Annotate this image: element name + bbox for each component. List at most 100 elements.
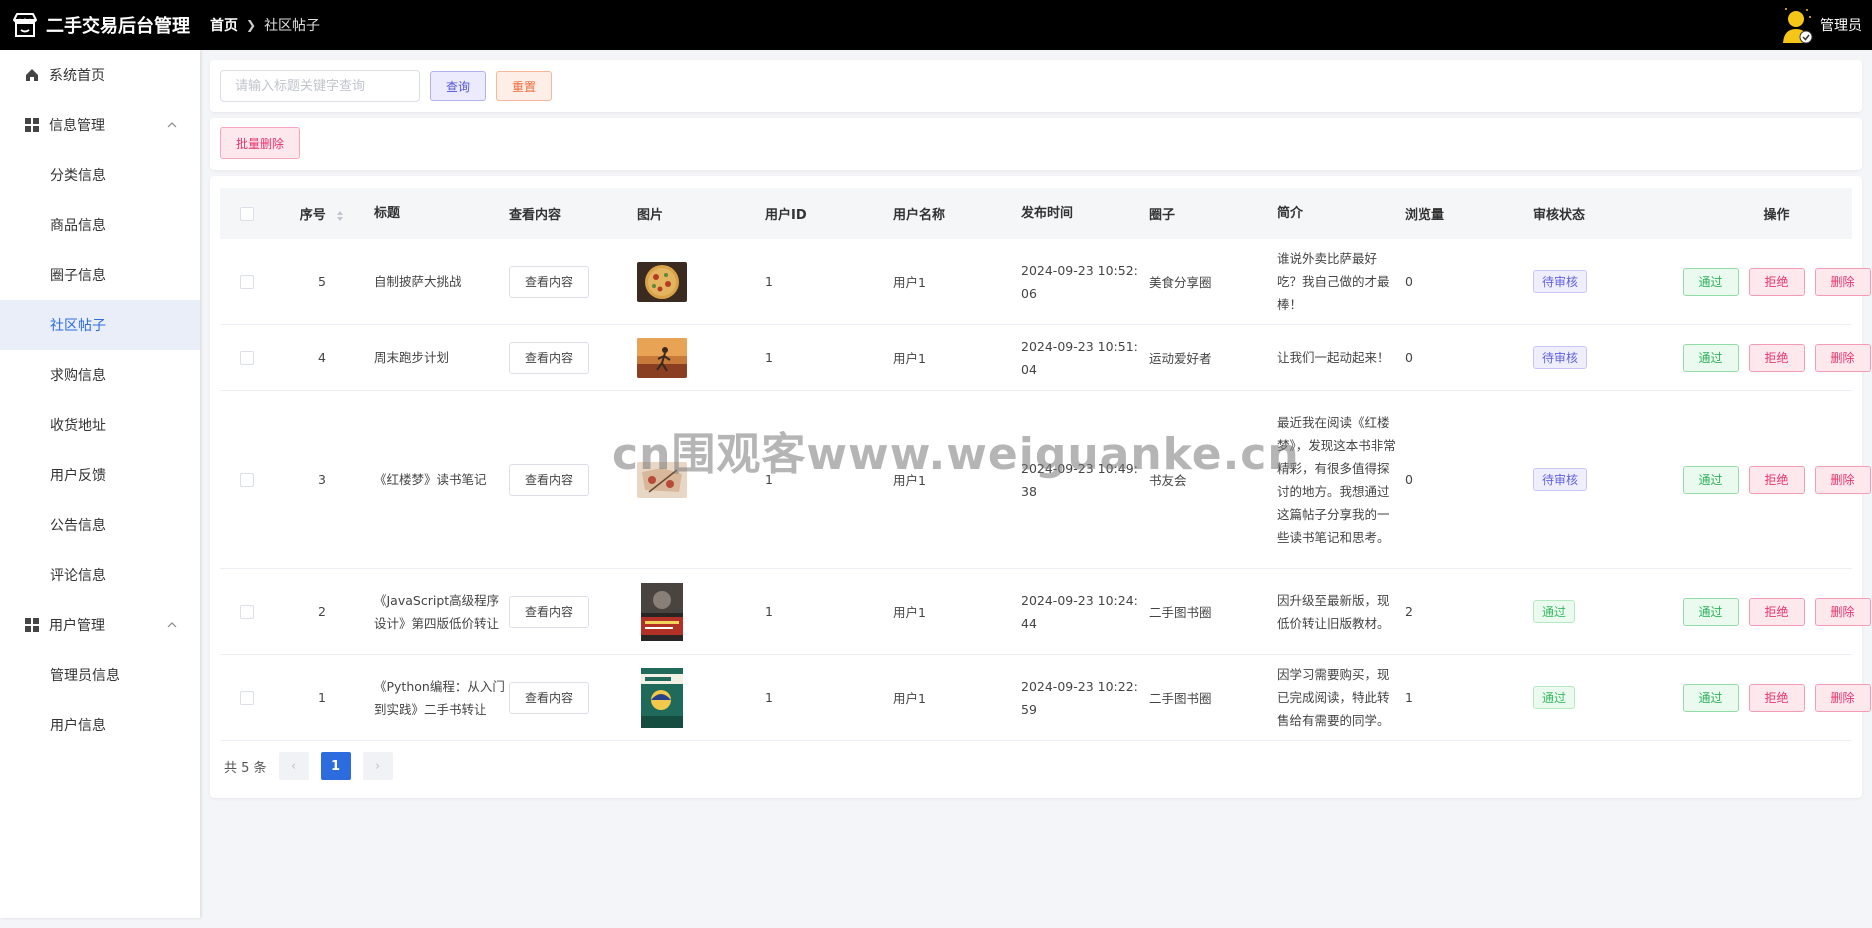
sidebar: 系统首页 信息管理 分类信息 商品信息 圈子信息 社区帖子 求购信息 收货地址 … — [0, 50, 200, 918]
header-status: 审核状态 — [1533, 208, 1586, 223]
sidebar-item-category[interactable]: 分类信息 — [0, 150, 200, 200]
approve-button[interactable]: 通过 — [1682, 465, 1739, 494]
search-bar: 查询 重置 — [210, 60, 1862, 112]
header-index[interactable]: 序号 — [270, 204, 370, 223]
sidebar-item-users[interactable]: 用户信息 — [0, 700, 200, 750]
row-view-cell: 查看内容 — [505, 681, 633, 714]
approve-button[interactable]: 通过 — [1682, 267, 1739, 296]
view-content-button[interactable]: 查看内容 — [509, 595, 589, 628]
post-thumbnail[interactable] — [637, 667, 687, 728]
status-badge: 待审核 — [1533, 346, 1588, 369]
row-index: 4 — [318, 350, 326, 365]
sidebar-item-comments[interactable]: 评论信息 — [0, 550, 200, 600]
row-time: 2024-09-23 10:52:06 — [1021, 262, 1138, 301]
row-status-cell: 通过 — [1529, 686, 1657, 709]
row-user-name: 用户1 — [893, 605, 926, 620]
sidebar-group-users[interactable]: 用户管理 — [0, 600, 200, 650]
table-row: 2 《JavaScript高级程序设计》第四版低价转让 查看内容 1 用户1 2… — [220, 569, 1871, 655]
post-thumbnail[interactable] — [637, 337, 687, 378]
top-header: 二手交易后台管理 首页 ❯ 社区帖子 管理员 — [0, 0, 1872, 50]
sidebar-item-home[interactable]: 系统首页 — [0, 50, 200, 100]
delete-button[interactable]: 删除 — [1814, 343, 1871, 372]
query-button[interactable]: 查询 — [430, 71, 486, 101]
sidebar-group-info[interactable]: 信息管理 — [0, 100, 200, 150]
sidebar-item-admins[interactable]: 管理员信息 — [0, 650, 200, 700]
post-thumbnail[interactable] — [637, 261, 687, 302]
row-title: 《红楼梦》读书笔记 — [374, 472, 487, 487]
row-time: 2024-09-23 10:51:04 — [1021, 338, 1138, 377]
row-user-id: 1 — [765, 604, 773, 619]
breadcrumb-home[interactable]: 首页 — [210, 15, 238, 35]
view-content-button[interactable]: 查看内容 — [509, 681, 589, 714]
row-checkbox[interactable] — [240, 690, 254, 705]
row-ops: 通过 拒绝 删除 — [1657, 597, 1872, 626]
approve-button[interactable]: 通过 — [1682, 597, 1739, 626]
pagination: 共 5 条 ‹ 1 › — [224, 752, 393, 780]
reset-button[interactable]: 重置 — [496, 71, 552, 101]
post-thumbnail[interactable] — [637, 582, 687, 641]
sidebar-item-goods[interactable]: 商品信息 — [0, 200, 200, 250]
status-badge: 通过 — [1533, 600, 1576, 623]
view-content-button[interactable]: 查看内容 — [509, 341, 589, 374]
pagination-total: 共 5 条 — [224, 760, 267, 776]
sidebar-item-label: 公告信息 — [50, 518, 106, 534]
row-circle: 二手图书圈 — [1149, 691, 1212, 706]
breadcrumb-separator-icon: ❯ — [246, 18, 257, 32]
approve-button[interactable]: 通过 — [1682, 683, 1739, 712]
status-badge: 通过 — [1533, 686, 1576, 709]
row-status-cell: 待审核 — [1529, 468, 1657, 491]
row-image-cell — [633, 261, 761, 302]
reject-button[interactable]: 拒绝 — [1748, 267, 1805, 296]
view-content-button[interactable]: 查看内容 — [509, 265, 589, 298]
row-user-id: 1 — [765, 350, 773, 365]
header-checkbox-cell — [220, 206, 270, 221]
sidebar-item-notice[interactable]: 公告信息 — [0, 500, 200, 550]
sidebar-item-wanted[interactable]: 求购信息 — [0, 350, 200, 400]
header-time: 发布时间 — [1021, 206, 1074, 221]
header-views: 浏览量 — [1405, 208, 1445, 223]
batch-delete-button[interactable]: 批量删除 — [220, 127, 300, 159]
reject-button[interactable]: 拒绝 — [1748, 343, 1805, 372]
search-input[interactable] — [220, 70, 420, 102]
row-intro: 最近我在阅读《红楼梦》，发现这本书非常精彩，有很多值得探讨的地方。我想通过这篇帖… — [1277, 414, 1396, 545]
row-checkbox[interactable] — [240, 274, 254, 289]
delete-button[interactable]: 删除 — [1814, 267, 1871, 296]
delete-button[interactable]: 删除 — [1814, 465, 1871, 494]
post-thumbnail[interactable] — [637, 461, 687, 498]
view-content-button[interactable]: 查看内容 — [509, 463, 589, 496]
batch-toolbar: 批量删除 — [210, 118, 1862, 170]
row-checkbox[interactable] — [240, 604, 254, 619]
posts-table: 序号 标题 查看内容 图片 用户ID 用户名称 发布时间 圈子 简介 浏览量 审… — [220, 188, 1871, 741]
reject-button[interactable]: 拒绝 — [1748, 597, 1805, 626]
row-checkbox-cell — [220, 472, 270, 487]
row-views: 0 — [1405, 472, 1413, 487]
row-checkbox[interactable] — [240, 350, 254, 365]
header-intro: 简介 — [1277, 206, 1304, 221]
grid-icon — [25, 618, 39, 632]
next-page-button[interactable]: › — [362, 752, 393, 780]
user-menu[interactable]: 管理员 — [1780, 0, 1862, 50]
home-icon — [26, 69, 38, 81]
sidebar-item-label: 分类信息 — [50, 168, 106, 184]
logo[interactable]: 二手交易后台管理 — [0, 10, 200, 40]
delete-button[interactable]: 删除 — [1814, 597, 1871, 626]
sidebar-item-circles[interactable]: 圈子信息 — [0, 250, 200, 300]
row-user-name: 用户1 — [893, 473, 926, 488]
row-title: 自制披萨大挑战 — [374, 274, 462, 289]
page-number-button[interactable]: 1 — [320, 752, 351, 780]
row-time: 2024-09-23 10:22:59 — [1021, 678, 1138, 717]
select-all-checkbox[interactable] — [240, 206, 254, 221]
sidebar-item-feedback[interactable]: 用户反馈 — [0, 450, 200, 500]
approve-button[interactable]: 通过 — [1682, 343, 1739, 372]
reject-button[interactable]: 拒绝 — [1748, 683, 1805, 712]
row-checkbox[interactable] — [240, 472, 254, 487]
reject-button[interactable]: 拒绝 — [1748, 465, 1805, 494]
delete-button[interactable]: 删除 — [1814, 683, 1871, 712]
prev-page-button[interactable]: ‹ — [278, 752, 309, 780]
row-image-cell — [633, 582, 761, 641]
header-label: 序号 — [299, 208, 326, 223]
status-badge: 待审核 — [1533, 270, 1588, 293]
sidebar-item-posts[interactable]: 社区帖子 — [0, 300, 200, 350]
sidebar-item-address[interactable]: 收货地址 — [0, 400, 200, 450]
sidebar-item-label: 社区帖子 — [50, 318, 106, 334]
